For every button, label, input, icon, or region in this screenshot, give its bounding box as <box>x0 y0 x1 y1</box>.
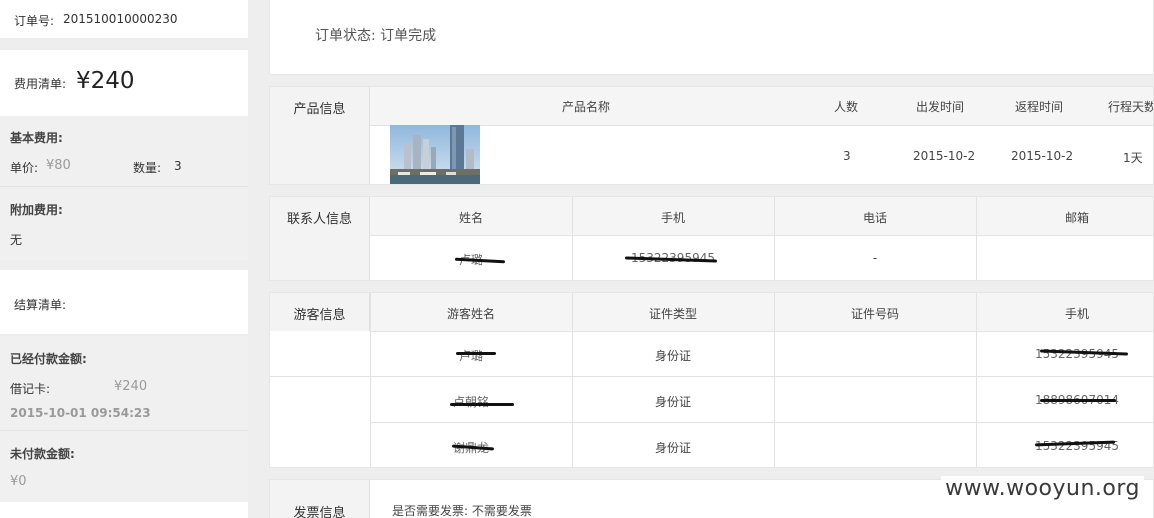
unpaid-amount-title: 未付款金额: <box>10 447 75 461</box>
extra-fee-value: 无 <box>10 233 23 247</box>
order-status-panel: 订单状态: 订单完成 <box>269 0 1154 75</box>
invoice-info-label: 发票信息 <box>293 506 346 518</box>
fee-total: ¥240 <box>76 68 135 94</box>
invoice-text: 是否需要发票: 不需要发票 <box>392 504 532 518</box>
col-people: 人数 <box>834 100 859 114</box>
tourist-id-type: 身份证 <box>654 441 691 455</box>
tourist-name: 卢朝铭 <box>452 395 489 409</box>
col-tourist-mobile: 手机 <box>1064 307 1089 321</box>
order-status: 订单状态: 订单完成 <box>315 28 437 44</box>
tourist-info-label: 游客信息 <box>293 308 346 323</box>
product-info-section: 产品信息 产品名称 人数 出发时间 返程时间 行程天数 3 2015-10-2 … <box>269 86 1154 185</box>
contact-phone: - <box>872 251 878 265</box>
col-trip-days: 行程天数 <box>1108 100 1154 114</box>
tourist-info-section: 游客信息 游客姓名 证件类型 证件号码 手机 卢璐 身份证 1532239594… <box>269 292 1154 468</box>
debit-card-label: 借记卡: <box>10 382 51 396</box>
order-number-label: 订单号: <box>14 14 55 28</box>
product-trip-days: 1天 <box>1123 151 1143 165</box>
product-table-header: 产品名称 人数 出发时间 返程时间 行程天数 <box>370 87 1153 126</box>
fee-details: 基本费用: 单价: ¥80 数量: 3 附加费用: 无 <box>0 116 248 260</box>
col-contact-name: 姓名 <box>458 211 483 225</box>
col-return-time: 返程时间 <box>1015 100 1064 114</box>
col-contact-email: 邮箱 <box>1064 211 1089 225</box>
product-people: 3 <box>843 149 851 163</box>
contact-info-section: 联系人信息 姓名 手机 电话 邮箱 卢璐 15322395945 - <box>269 196 1154 281</box>
unit-price-label: 单价: <box>10 161 39 175</box>
order-number-value: 201510010000230 <box>63 12 178 26</box>
tourist-id-type: 身份证 <box>654 349 691 363</box>
product-info-label-cell: 产品信息 <box>270 87 370 184</box>
settlement-label: 结算清单: <box>14 298 67 312</box>
col-product-name: 产品名称 <box>562 100 611 114</box>
sidebar-bottom-box <box>0 502 248 518</box>
contact-info-label: 联系人信息 <box>286 212 352 227</box>
debit-card-amount: ¥240 <box>114 379 148 394</box>
paid-amount-title: 已经付款金额: <box>10 352 87 366</box>
tourist-mobile: 15322395945 <box>1035 439 1119 453</box>
fee-list-box: 费用清单: ¥240 <box>0 50 248 116</box>
col-depart-time: 出发时间 <box>916 100 965 114</box>
watermark: www.wooyun.org <box>941 476 1144 501</box>
fee-list-label: 费用清单: <box>14 77 67 91</box>
tourist-name: 卢璐 <box>458 349 483 363</box>
redaction-mark <box>1040 399 1116 402</box>
settlement-box: 结算清单: <box>0 270 248 334</box>
product-thumbnail-image <box>390 125 480 184</box>
extra-fee-title: 附加费用: <box>10 203 63 217</box>
contact-info-label-cell: 联系人信息 <box>270 197 370 280</box>
product-depart-date: 2015-10-2 <box>913 149 976 163</box>
product-info-label: 产品信息 <box>293 102 346 117</box>
redaction-mark <box>456 352 496 355</box>
order-number-box: 订单号: 201510010000230 <box>0 0 248 38</box>
product-return-date: 2015-10-2 <box>1011 149 1074 163</box>
col-contact-mobile: 手机 <box>660 211 685 225</box>
payment-details: 已经付款金额: 借记卡: ¥240 2015-10-01 09:54:23 未付… <box>0 336 248 502</box>
col-contact-phone: 电话 <box>862 211 887 225</box>
quantity-label: 数量: <box>133 161 162 175</box>
tourist-id-type: 身份证 <box>654 395 691 409</box>
paid-time: 2015-10-01 09:54:23 <box>10 406 151 420</box>
unpaid-amount-value: ¥0 <box>10 474 27 489</box>
product-thumbnail[interactable] <box>390 125 480 184</box>
basic-fee-title: 基本费用: <box>10 131 63 145</box>
invoice-info-label-cell: 发票信息 <box>270 480 370 518</box>
redaction-mark <box>450 403 514 406</box>
col-id-number: 证件号码 <box>850 307 899 321</box>
col-tourist-name: 游客姓名 <box>446 307 495 321</box>
quantity-value: 3 <box>174 159 182 173</box>
col-id-type: 证件类型 <box>648 307 697 321</box>
unit-price-value: ¥80 <box>46 158 71 173</box>
tourist-info-label-cell: 游客信息 <box>270 293 370 331</box>
